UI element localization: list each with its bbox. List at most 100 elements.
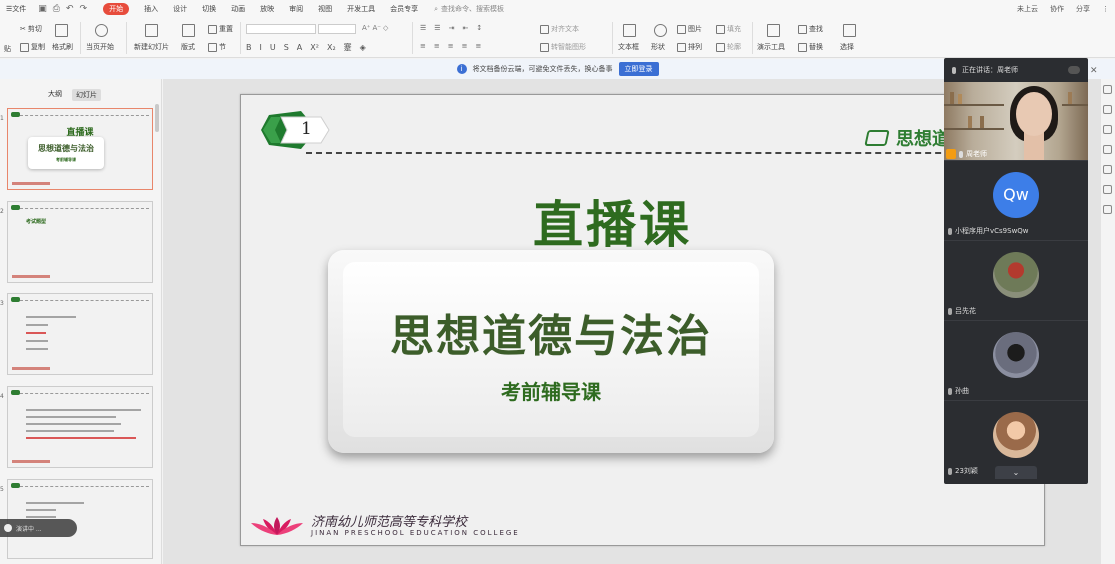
undo-icon[interactable]: ↶	[66, 4, 74, 14]
participant-tile[interactable]: 吕先花	[944, 240, 1088, 319]
tab-slides[interactable]: 幻灯片	[72, 89, 101, 101]
section-button[interactable]: 节	[208, 42, 226, 52]
justify-icon[interactable]: ≡	[462, 42, 468, 50]
panel-icon[interactable]	[1103, 105, 1112, 114]
slide-thumbnail[interactable]	[7, 386, 153, 468]
from-current-button[interactable]: 当页开始	[86, 42, 114, 52]
tab-member[interactable]: 会员专享	[390, 4, 418, 14]
new-slide-icon[interactable]	[145, 24, 158, 37]
participant-tile[interactable]: Qw 小程序用户vCs9SwQw	[944, 160, 1088, 239]
live-indicator[interactable]: 演讲中 ...	[0, 519, 77, 537]
underline-icon[interactable]: U	[270, 43, 276, 52]
subscript-icon[interactable]: X₂	[327, 43, 336, 52]
tab-outline[interactable]: 大纲	[48, 89, 62, 101]
font-family-select[interactable]	[246, 24, 316, 34]
bullet-list-icon[interactable]: ☰	[420, 24, 426, 32]
number-list-icon[interactable]: ☰	[434, 24, 440, 32]
convert-smartart-button[interactable]: 转智能图形	[540, 42, 586, 52]
login-button[interactable]: 立即登录	[618, 62, 659, 76]
play-icon[interactable]	[95, 24, 108, 37]
teacher-video[interactable]: 周老师	[944, 82, 1088, 160]
format-painter-icon[interactable]	[55, 24, 68, 37]
panel-icon[interactable]	[1103, 125, 1112, 134]
chevron-down-icon[interactable]: ⌄	[995, 466, 1037, 479]
fill-button[interactable]: 填充	[716, 24, 741, 34]
presentation-tools-button[interactable]: 演示工具	[757, 42, 785, 52]
command-search[interactable]: ⌕ 查找命令、搜索模板	[434, 4, 504, 14]
panel-icon[interactable]	[1103, 165, 1112, 174]
slide-thumbnail[interactable]	[7, 293, 153, 375]
tab-animation[interactable]: 动画	[231, 4, 245, 14]
textbox-button[interactable]: 文本框	[618, 42, 639, 52]
tab-view[interactable]: 视图	[318, 4, 332, 14]
shape-icon[interactable]	[654, 24, 667, 37]
align-text-button[interactable]: 对齐文本	[540, 24, 579, 34]
tab-slideshow[interactable]: 放映	[260, 4, 274, 14]
highlight-icon[interactable]: ◈	[360, 43, 366, 52]
align-center-icon[interactable]: ≡	[434, 42, 440, 50]
tab-home[interactable]: 开始	[103, 3, 130, 15]
format-painter-button[interactable]: 格式刷	[52, 42, 73, 52]
slide-thumbnail[interactable]: 直播课 思想道德与法治 考前辅导课	[7, 108, 153, 190]
tab-review[interactable]: 审阅	[289, 4, 303, 14]
clear-format-icon[interactable]: ◇	[383, 24, 388, 32]
new-slide-button[interactable]: 新建幻灯片	[134, 42, 169, 52]
strikethrough-icon[interactable]: S	[284, 43, 289, 52]
close-icon[interactable]: ✕	[1090, 66, 1098, 76]
tab-transition[interactable]: 切换	[202, 4, 216, 14]
line-spacing-icon[interactable]: ↕	[476, 24, 482, 32]
save-icon[interactable]: ▣	[38, 4, 47, 14]
select-button[interactable]: 选择	[840, 42, 854, 52]
outline-button[interactable]: 轮廓	[716, 42, 741, 52]
panel-icon[interactable]	[1103, 145, 1112, 154]
panel-icon[interactable]	[1103, 85, 1112, 94]
layout-icon[interactable]	[182, 24, 195, 37]
more-icon[interactable]: ⋮	[1102, 5, 1109, 13]
view-toggle-icon[interactable]	[1068, 66, 1080, 74]
char-shading-icon[interactable]: 蹇	[344, 42, 352, 53]
print-icon[interactable]: ⎙	[53, 4, 60, 14]
align-right-icon[interactable]: ≡	[448, 42, 454, 50]
font-combo[interactable]	[246, 24, 356, 34]
cut-button[interactable]: ✂ 剪切	[20, 24, 42, 34]
font-size-buttons[interactable]: A⁺ A⁻ ◇	[362, 24, 388, 32]
tab-design[interactable]: 设计	[173, 4, 187, 14]
tab-insert[interactable]: 插入	[144, 4, 158, 14]
copy-button[interactable]: 复制	[20, 42, 45, 52]
arrange-button[interactable]: 排列	[677, 42, 702, 52]
shape-button[interactable]: 形状	[651, 42, 665, 52]
picture-button[interactable]: 图片	[677, 24, 702, 34]
slide-thumbnail[interactable]: 考试题型	[7, 201, 153, 283]
outdent-icon[interactable]: ⇤	[462, 24, 468, 32]
participant-tile[interactable]: 23刘颖 ⌄	[944, 400, 1088, 479]
align-left-icon[interactable]: ≡	[420, 42, 426, 50]
replace-button[interactable]: 替换	[798, 42, 823, 52]
paste-button[interactable]: 贴	[4, 44, 11, 54]
participant-tile[interactable]: 孙曲	[944, 320, 1088, 399]
thumbnail-scrollbar[interactable]	[155, 104, 159, 132]
reset-button[interactable]: 重置	[208, 24, 233, 34]
superscript-icon[interactable]: X²	[310, 43, 319, 52]
presentation-tools-icon[interactable]	[767, 24, 780, 37]
bold-icon[interactable]: B	[246, 43, 252, 52]
panel-icon[interactable]	[1103, 205, 1112, 214]
collaborate-button[interactable]: 协作	[1050, 4, 1064, 14]
grow-font-icon[interactable]: A⁺	[362, 24, 370, 32]
find-button[interactable]: 查找	[798, 24, 823, 34]
tab-developer[interactable]: 开发工具	[347, 4, 375, 14]
distribute-icon[interactable]: ≡	[476, 42, 482, 50]
italic-icon[interactable]: I	[260, 43, 262, 52]
textbox-icon[interactable]	[623, 24, 636, 37]
share-button[interactable]: 分享	[1076, 4, 1090, 14]
select-icon[interactable]	[843, 24, 856, 37]
panel-icon[interactable]	[1103, 185, 1112, 194]
layout-button[interactable]: 版式	[181, 42, 195, 52]
indent-icon[interactable]: ⇥	[449, 24, 455, 32]
cloud-status[interactable]: 未上云	[1017, 4, 1038, 14]
font-color-icon[interactable]: A	[297, 43, 302, 52]
current-slide[interactable]: 1 思想道 直播课 思想道德与法治 考前辅导课 济南幼儿师范高等专科学校 JIN…	[240, 94, 1045, 546]
file-menu[interactable]: ☰ 文件	[2, 2, 30, 16]
redo-icon[interactable]: ↷	[80, 4, 88, 14]
font-size-select[interactable]	[318, 24, 356, 34]
shrink-font-icon[interactable]: A⁻	[372, 24, 380, 32]
